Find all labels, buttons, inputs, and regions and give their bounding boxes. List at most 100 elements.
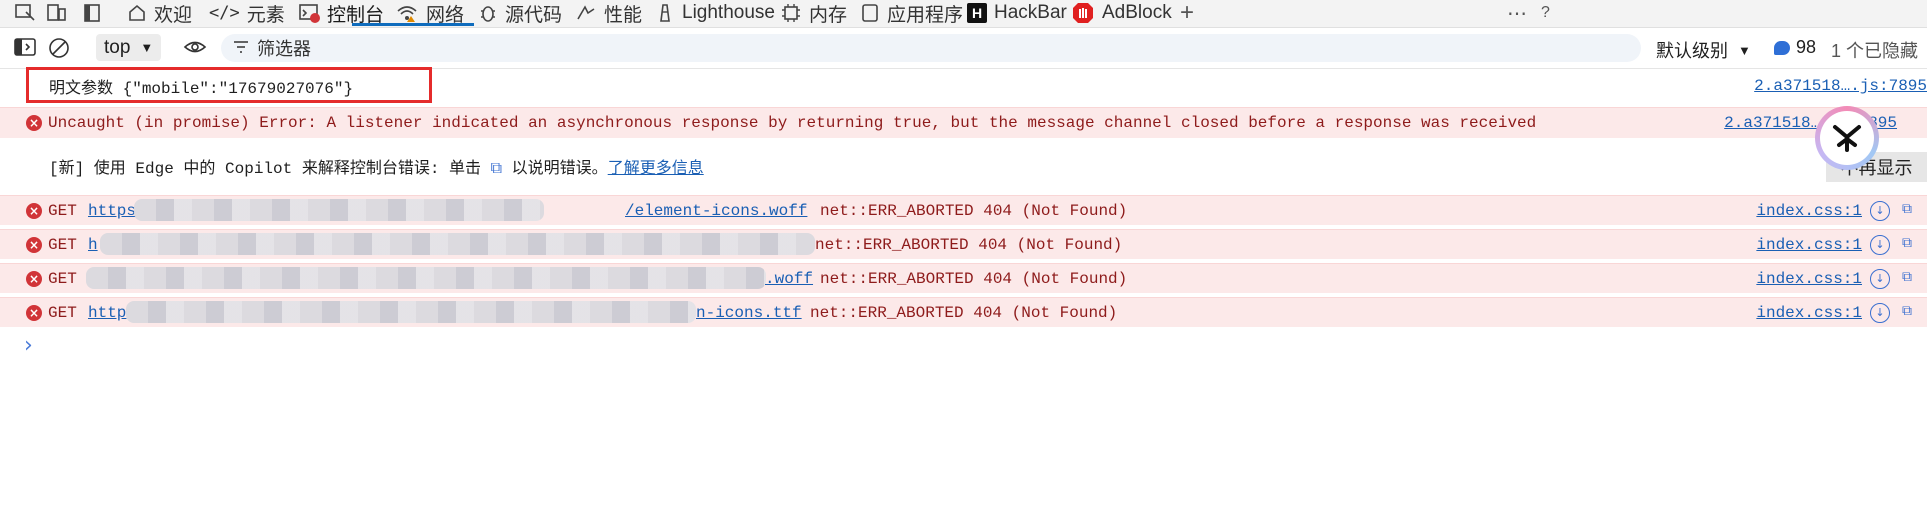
tab-label: 欢迎 xyxy=(154,4,193,26)
context-selector[interactable]: top ▼ xyxy=(96,34,162,61)
network-request-icon[interactable]: ↓ xyxy=(1870,269,1890,289)
tab-sources[interactable]: 源代码 xyxy=(478,0,562,26)
tab-label: 内存 xyxy=(809,4,848,26)
error-icon: × xyxy=(26,236,42,253)
request-url[interactable]: http xyxy=(88,304,126,322)
copilot-explain-icon[interactable]: ⧉ xyxy=(1902,201,1920,219)
context-value: top xyxy=(104,36,131,58)
network-error-row: × GET http n-icons.ttf net::ERR_ABORTED … xyxy=(0,297,1927,327)
tab-label: HackBar xyxy=(994,2,1067,23)
redacted-url-blur xyxy=(86,267,766,289)
log-level-label: 默认级别 xyxy=(1656,41,1728,61)
chevron-down-icon: ▼ xyxy=(140,40,154,55)
devtools-tab-bar: 欢迎 </> 元素 控制台 网络 源代码 性能 Lighthouse 内存 应用… xyxy=(0,0,1927,28)
console-icon xyxy=(298,3,320,23)
tab-label: AdBlock xyxy=(1102,2,1172,23)
copilot-tip: [新] 使用 Edge 中的 Copilot 来解释控制台错误: 单击 ⧉ 以说… xyxy=(49,154,704,178)
tab-label: 应用程序 xyxy=(887,4,964,26)
error-icon: × xyxy=(26,115,42,131)
network-request-icon[interactable]: ↓ xyxy=(1870,303,1890,323)
assistant-logo-icon xyxy=(1820,111,1874,165)
console-toolbar: top ▼ 筛选器 默认级别 ▼ 98 1 个已隐藏 xyxy=(0,28,1927,69)
request-url[interactable]: h xyxy=(88,236,98,254)
request-url[interactable]: https xyxy=(88,202,136,220)
tab-label: 源代码 xyxy=(505,4,563,26)
request-method: GET xyxy=(48,201,77,220)
request-source-link[interactable]: index.css:1 xyxy=(1756,270,1862,288)
error-icon: × xyxy=(26,202,42,219)
request-source-link[interactable]: index.css:1 xyxy=(1756,304,1862,322)
network-error-row: × GET h net::ERR_ABORTED 404 (Not Found)… xyxy=(0,229,1927,259)
home-icon xyxy=(127,3,147,23)
tab-adblock[interactable]: AdBlock xyxy=(1071,0,1172,26)
tab-label: 元素 xyxy=(246,4,285,26)
floating-assistant-badge[interactable] xyxy=(1815,106,1879,170)
add-tab-icon[interactable]: + xyxy=(1180,0,1194,26)
memory-chip-icon xyxy=(780,3,802,23)
error-message: Uncaught (in promise) Error: A listener … xyxy=(48,114,1537,132)
filter-icon xyxy=(233,38,249,59)
console-prompt-chevron-icon[interactable]: › xyxy=(24,333,33,358)
request-source-link[interactable]: index.css:1 xyxy=(1756,202,1862,220)
request-status: net::ERR_ABORTED 404 (Not Found) xyxy=(820,269,1128,288)
sidebar-toggle-icon[interactable] xyxy=(14,38,36,56)
lighthouse-icon xyxy=(655,3,675,23)
request-status: net::ERR_ABORTED 404 (Not Found) xyxy=(815,235,1123,254)
network-error-row: × GET .woff net::ERR_ABORTED 404 (Not Fo… xyxy=(0,263,1927,293)
request-url-tail[interactable]: n-icons.ttf xyxy=(696,304,802,322)
log-source-link[interactable]: 2.a371518….js:7895 xyxy=(1754,77,1927,95)
request-method: GET xyxy=(48,303,77,322)
tab-label: 网络 xyxy=(426,4,465,26)
redacted-url-blur xyxy=(126,301,696,323)
tip-text-suffix: 以说明错误。 xyxy=(502,160,608,178)
clear-console-icon[interactable] xyxy=(48,37,70,59)
filter-placeholder: 筛选器 xyxy=(257,39,311,59)
copilot-explain-icon[interactable]: ⧉ xyxy=(1902,303,1920,321)
tab-label: Lighthouse xyxy=(682,2,775,23)
tab-hackbar[interactable]: H HackBar xyxy=(967,0,1067,26)
filter-input[interactable]: 筛选器 xyxy=(221,34,1641,62)
request-status: net::ERR_ABORTED 404 (Not Found) xyxy=(810,303,1118,322)
message-count-badge[interactable]: 98 xyxy=(1774,37,1816,58)
error-icon: × xyxy=(26,304,42,321)
inspect-icon[interactable] xyxy=(14,0,36,26)
redacted-url-blur xyxy=(100,233,815,255)
tip-text: [新] 使用 Edge 中的 Copilot 来解释控制台错误: 单击 xyxy=(49,160,491,178)
redacted-url-blur xyxy=(134,199,544,221)
network-error-row: × GET https /element-icons.woff net::ERR… xyxy=(0,195,1927,225)
annotation-highlight-box xyxy=(26,67,432,103)
console-error-row: × Uncaught (in promise) Error: A listene… xyxy=(0,107,1927,138)
network-request-icon[interactable]: ↓ xyxy=(1870,235,1890,255)
copilot-icon[interactable]: ⧉ xyxy=(491,158,502,177)
tab-memory[interactable]: 内存 xyxy=(780,0,847,26)
tab-lighthouse[interactable]: Lighthouse xyxy=(655,0,775,26)
more-options-icon[interactable]: ⋯ xyxy=(1507,0,1527,26)
message-count: 98 xyxy=(1796,37,1817,57)
request-status: net::ERR_ABORTED 404 (Not Found) xyxy=(820,201,1128,220)
log-level-dropdown[interactable]: 默认级别 ▼ xyxy=(1656,37,1751,63)
copilot-tip-row: [新] 使用 Edge 中的 Copilot 来解释控制台错误: 单击 ⧉ 以说… xyxy=(0,150,1927,182)
request-url-tail[interactable]: /element-icons.woff xyxy=(625,202,807,220)
help-icon[interactable]: ? xyxy=(1541,0,1550,26)
copilot-explain-icon[interactable]: ⧉ xyxy=(1902,235,1920,253)
performance-icon xyxy=(575,3,597,23)
chevron-down-icon: ▼ xyxy=(1738,42,1751,58)
request-method: GET xyxy=(48,235,77,254)
tab-performance[interactable]: 性能 xyxy=(575,0,642,26)
panel-toggle-icon[interactable] xyxy=(82,0,102,26)
copilot-explain-icon[interactable]: ⧉ xyxy=(1902,269,1920,287)
tab-elements[interactable]: </> 元素 xyxy=(209,0,285,26)
wifi-icon xyxy=(395,3,419,23)
network-request-icon[interactable]: ↓ xyxy=(1870,201,1890,221)
tab-network[interactable]: 网络 xyxy=(395,0,464,26)
error-icon: × xyxy=(26,270,42,287)
request-url-tail[interactable]: .woff xyxy=(765,270,813,288)
live-expression-eye-icon[interactable] xyxy=(183,38,207,56)
device-emulation-icon[interactable] xyxy=(46,0,68,26)
tab-application[interactable]: 应用程序 xyxy=(860,0,963,26)
tab-welcome[interactable]: 欢迎 xyxy=(127,0,192,26)
request-method: GET xyxy=(48,269,77,288)
learn-more-link[interactable]: 了解更多信息 xyxy=(608,160,704,178)
hidden-count: 1 个已隐藏 xyxy=(1831,41,1919,61)
request-source-link[interactable]: index.css:1 xyxy=(1756,236,1862,254)
